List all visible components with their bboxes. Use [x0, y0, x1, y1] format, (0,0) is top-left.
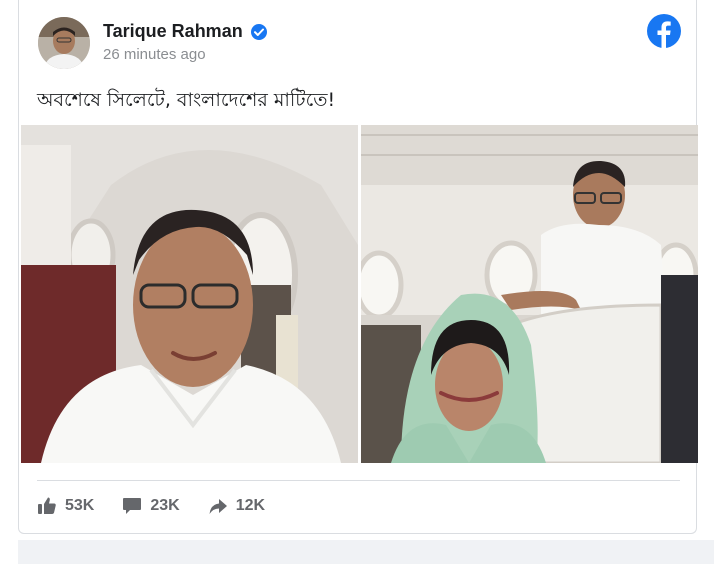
like-count: 53K: [65, 497, 95, 514]
share-arrow-icon: [209, 499, 227, 514]
thumbs-up-icon: [38, 497, 56, 514]
like-button[interactable]: 53K: [37, 496, 94, 516]
post-divider: [37, 480, 680, 481]
post-photo-selfie[interactable]: [21, 125, 358, 463]
avatar[interactable]: [38, 17, 90, 69]
post-actions: 53K 23K 12K: [37, 496, 265, 516]
comment-count: 23K: [150, 497, 180, 514]
feed-separator: [18, 540, 714, 564]
verified-badge-icon: [250, 23, 268, 41]
post-card: Tarique Rahman 26 minutes ago অবশেষে সিল…: [18, 0, 698, 534]
author-name[interactable]: Tarique Rahman: [103, 21, 268, 42]
post-timestamp[interactable]: 26 minutes ago: [103, 46, 206, 63]
facebook-logo-icon: [647, 14, 681, 48]
share-count: 12K: [235, 497, 266, 514]
share-button[interactable]: 12K: [208, 496, 265, 516]
author-name-text[interactable]: Tarique Rahman: [103, 21, 243, 42]
post-text: অবশেষে সিলেটে, বাংলাদেশের মাটিতে!: [37, 89, 336, 111]
comment-icon: [123, 498, 142, 514]
comment-button[interactable]: 23K: [122, 496, 180, 516]
post-photo-couple[interactable]: [361, 125, 698, 463]
